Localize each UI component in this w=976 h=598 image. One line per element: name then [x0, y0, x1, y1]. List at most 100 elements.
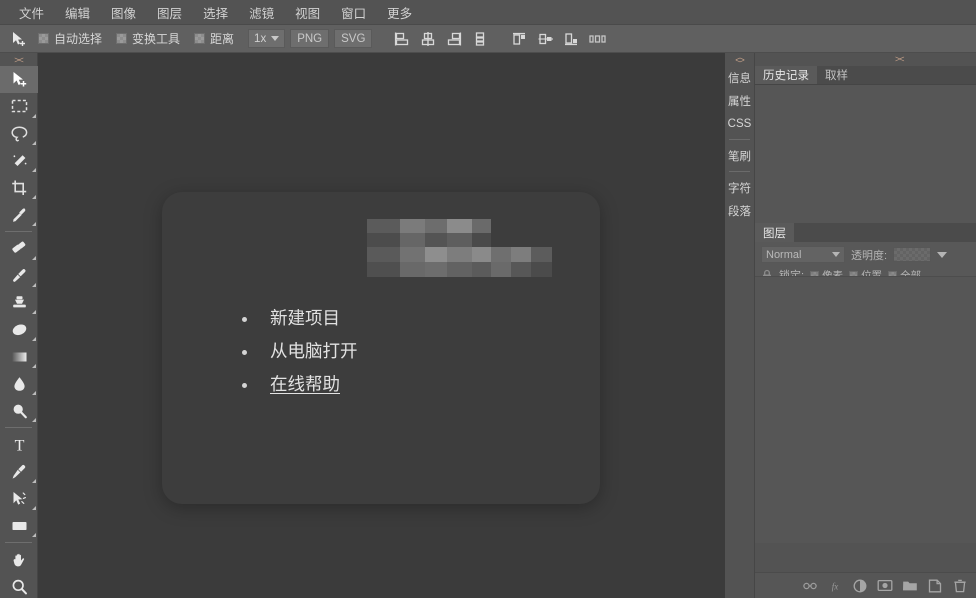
- layers-blend-row: Normal 透明度:: [761, 246, 970, 263]
- align-right-icon[interactable]: [443, 28, 465, 50]
- brush-tool[interactable]: [0, 262, 38, 289]
- marquee-tool[interactable]: [0, 93, 38, 120]
- svg-text:T: T: [14, 437, 24, 454]
- eyedropper-tool[interactable]: [0, 201, 38, 228]
- blend-mode-select[interactable]: Normal: [761, 246, 845, 263]
- shape-tool[interactable]: [0, 512, 38, 539]
- stamp-tool[interactable]: [0, 289, 38, 316]
- type-tool[interactable]: T: [0, 431, 38, 458]
- tool-submenu-indicator: [32, 141, 36, 145]
- align-top-icon[interactable]: [509, 28, 531, 50]
- half-circle-icon[interactable]: [852, 578, 868, 594]
- tool-submenu-indicator: [32, 506, 36, 510]
- dock-tab-paragraph[interactable]: 段落: [725, 199, 754, 222]
- link-chain-icon[interactable]: [802, 578, 818, 594]
- auto-select-checkbox[interactable]: 自动选择: [38, 30, 102, 47]
- options-bar: 自动选择 变换工具 距离 1x PNG SVG: [0, 25, 976, 53]
- trash-icon[interactable]: [952, 578, 968, 594]
- tool-submenu-indicator: [32, 337, 36, 341]
- tool-submenu-indicator: [32, 222, 36, 226]
- heal-tool[interactable]: [0, 235, 38, 262]
- transform-tool-checkbox-box: [116, 33, 127, 44]
- path-select-tool[interactable]: [0, 485, 38, 512]
- tab-samples[interactable]: 取样: [817, 66, 856, 84]
- align-left-icon[interactable]: [391, 28, 413, 50]
- opacity-chevron-down-icon[interactable]: [937, 252, 947, 258]
- menu-image[interactable]: 图像: [102, 1, 145, 24]
- tool-submenu-indicator: [32, 114, 36, 118]
- folder-icon[interactable]: [902, 578, 918, 594]
- crop-tool[interactable]: [0, 174, 38, 201]
- dock-tab-brushes[interactable]: 笔刷: [725, 144, 754, 167]
- open-from-computer-item[interactable]: 从电脑打开: [232, 335, 358, 368]
- transform-tool-checkbox[interactable]: 变换工具: [116, 30, 180, 47]
- tool-divider: [5, 231, 32, 232]
- new-page-icon[interactable]: [927, 578, 943, 594]
- dock-tab-css[interactable]: CSS: [725, 112, 754, 135]
- online-help-label: 在线帮助: [270, 374, 340, 394]
- menu-file[interactable]: 文件: [10, 1, 53, 24]
- hand-tool[interactable]: [0, 546, 38, 573]
- tool-divider: [5, 427, 32, 428]
- right-dock: <> 信息 属性 CSS 笔刷 字符 段落 >< 历史记录 取样 图层: [725, 53, 976, 598]
- tool-submenu-indicator: [32, 391, 36, 395]
- tool-submenu-indicator: [32, 283, 36, 287]
- mask-rectangle-icon[interactable]: [877, 578, 893, 594]
- canvas-area[interactable]: 新建项目 从电脑打开 在线帮助: [38, 53, 725, 598]
- distribute-horizontal-icon[interactable]: [587, 28, 609, 50]
- dock-tab-character[interactable]: 字符: [725, 176, 754, 199]
- menu-window[interactable]: 窗口: [332, 1, 375, 24]
- history-panel-tabs: 历史记录 取样: [755, 66, 976, 85]
- new-project-item[interactable]: 新建项目: [232, 302, 358, 335]
- collapse-chevrons-icon[interactable]: <>: [725, 53, 754, 66]
- auto-select-label: 自动选择: [54, 30, 102, 47]
- gradient-tool[interactable]: [0, 343, 38, 370]
- align-bottom-icon[interactable]: [561, 28, 583, 50]
- export-png-button[interactable]: PNG: [290, 29, 329, 48]
- tool-submenu-indicator: [32, 533, 36, 537]
- dock-tab-info[interactable]: 信息: [725, 66, 754, 89]
- menu-more[interactable]: 更多: [378, 1, 421, 24]
- tab-layers[interactable]: 图层: [755, 223, 794, 242]
- dock-panel-column: >< 历史记录 取样 图层 Normal 透明度:: [755, 53, 976, 598]
- pen-tool[interactable]: [0, 458, 38, 485]
- collapse-chevrons-icon[interactable]: ><: [895, 54, 904, 64]
- tool-palette: ><: [0, 53, 38, 598]
- zoom-level-select[interactable]: 1x: [248, 29, 285, 48]
- align-center-horizontal-icon[interactable]: [417, 28, 439, 50]
- export-svg-button[interactable]: SVG: [334, 29, 372, 48]
- menu-filter[interactable]: 滤镜: [240, 1, 283, 24]
- eraser-tool[interactable]: [0, 316, 38, 343]
- align-distribute-vertical-icon[interactable]: [469, 28, 491, 50]
- fx-effects-icon[interactable]: fx: [827, 578, 843, 594]
- menu-view[interactable]: 视图: [286, 1, 329, 24]
- move-tool-icon[interactable]: [6, 28, 32, 50]
- tool-submenu-indicator: [32, 418, 36, 422]
- menu-edit[interactable]: 编辑: [56, 1, 99, 24]
- lasso-tool[interactable]: [0, 120, 38, 147]
- menu-layer[interactable]: 图层: [148, 1, 191, 24]
- layers-list[interactable]: [755, 276, 976, 543]
- opacity-input[interactable]: [893, 247, 931, 262]
- menu-select[interactable]: 选择: [194, 1, 237, 24]
- zoom-tool[interactable]: [0, 573, 38, 598]
- app-root: 文件 编辑 图像 图层 选择 滤镜 视图 窗口 更多 自动选择 变换工具 距离: [0, 0, 976, 598]
- zoom-level-value: 1x: [254, 33, 266, 45]
- transform-tool-label: 变换工具: [132, 30, 180, 47]
- distance-checkbox[interactable]: 距离: [194, 30, 234, 47]
- online-help-item[interactable]: 在线帮助: [232, 368, 358, 401]
- dodge-tool[interactable]: [0, 397, 38, 424]
- svg-text:fx: fx: [832, 581, 839, 591]
- tool-submenu-indicator: [32, 168, 36, 172]
- align-middle-vertical-icon[interactable]: [535, 28, 557, 50]
- distance-checkbox-box: [194, 33, 205, 44]
- blend-mode-value: Normal: [766, 249, 801, 261]
- move-tool[interactable]: [0, 66, 38, 93]
- history-panel-body[interactable]: [755, 85, 976, 236]
- tab-history[interactable]: 历史记录: [755, 66, 817, 84]
- collapse-chevrons-icon[interactable]: ><: [0, 53, 37, 66]
- quick-select-tool[interactable]: [0, 147, 38, 174]
- distance-label: 距离: [210, 30, 234, 47]
- blur-tool[interactable]: [0, 370, 38, 397]
- dock-tab-properties[interactable]: 属性: [725, 89, 754, 112]
